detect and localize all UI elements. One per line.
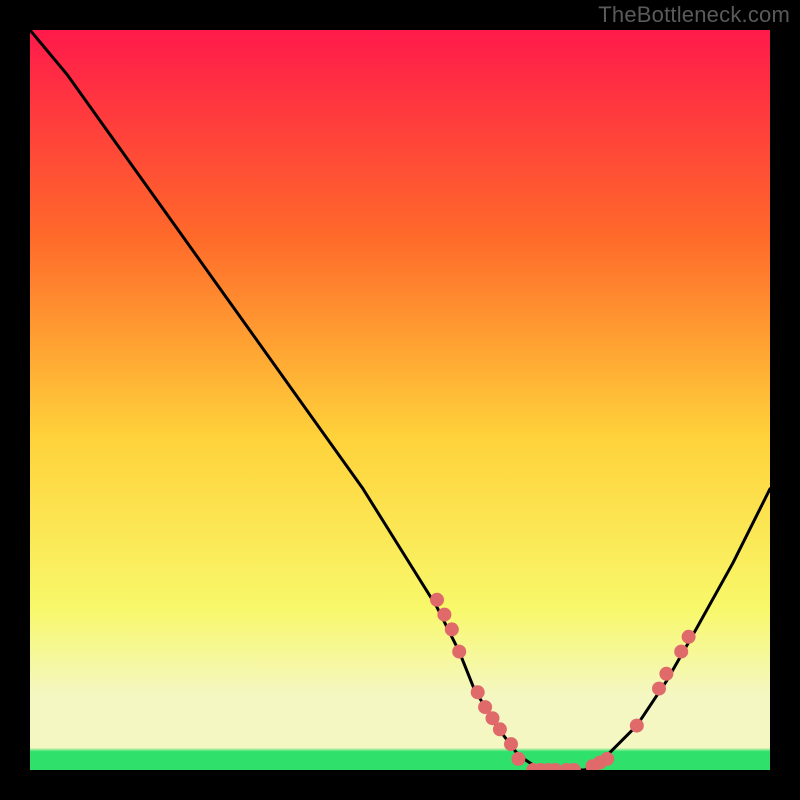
curve-marker (652, 682, 666, 696)
curve-marker (493, 722, 507, 736)
curve-marker (452, 645, 466, 659)
curve-marker (511, 752, 525, 766)
curve-marker (682, 630, 696, 644)
curve-marker (471, 685, 485, 699)
curve-marker (659, 667, 673, 681)
bottleneck-chart (30, 30, 770, 770)
curve-marker (630, 719, 644, 733)
curve-marker (504, 737, 518, 751)
plot-area (30, 30, 770, 770)
curve-marker (674, 645, 688, 659)
watermark-text: TheBottleneck.com (598, 2, 790, 28)
curve-marker (445, 622, 459, 636)
pale-band (30, 697, 770, 713)
curve-marker (437, 608, 451, 622)
curve-marker (430, 593, 444, 607)
curve-marker (600, 752, 614, 766)
chart-frame: TheBottleneck.com (0, 0, 800, 800)
gradient-background (30, 30, 770, 770)
